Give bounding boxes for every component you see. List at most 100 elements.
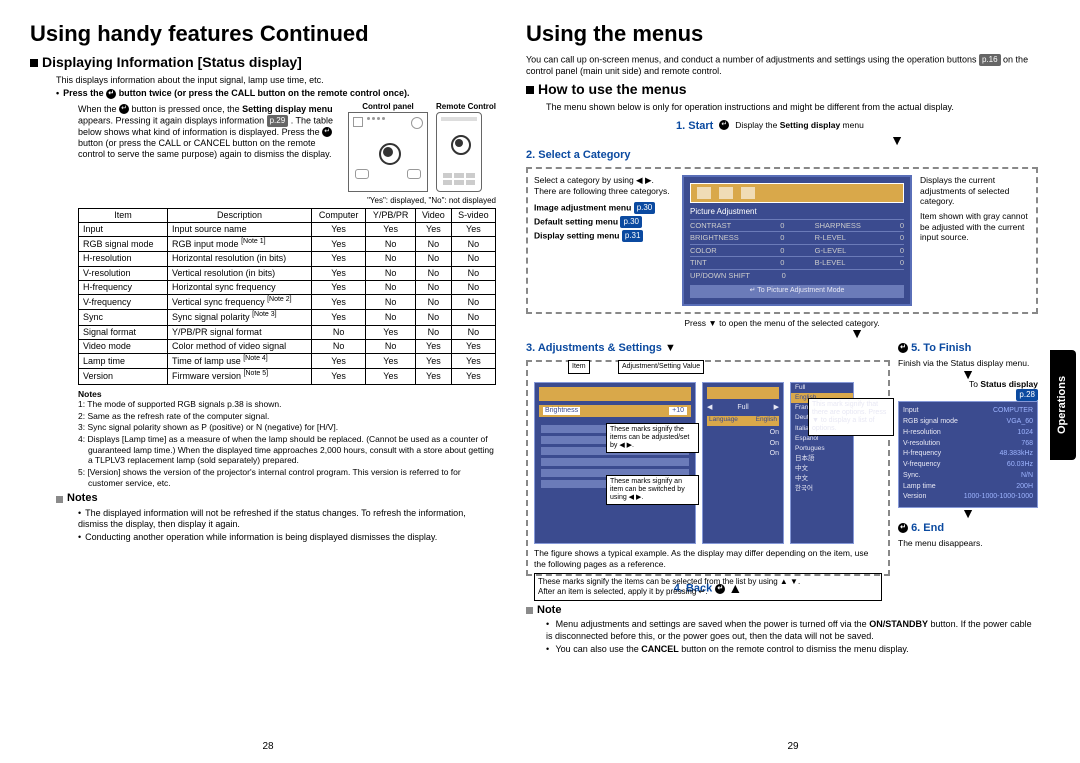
right-page: Using the menus You can call up on-scree… (516, 20, 1070, 753)
status-osd-row: RGB signal modeVGA_60 (903, 417, 1033, 428)
footnote: 2: Same as the refresh rate of the compu… (78, 411, 496, 422)
step3-label: 3. Adjustments & Settings ▼ (526, 342, 890, 356)
right-title: Using the menus (526, 20, 1038, 48)
step6-text: The menu disappears. (898, 538, 1038, 549)
page-number: 28 (20, 741, 516, 754)
explain-text: When the button is pressed once, the Set… (78, 104, 340, 161)
osd-picture-adjustment: Picture Adjustment CONTRAST0SHARPNESS0BR… (682, 175, 912, 306)
table-row: V-frequencyVertical sync frequency [Note… (79, 295, 496, 310)
notes-list: The displayed information will not be re… (78, 508, 496, 544)
lang-item: Full (791, 383, 853, 393)
left-title: Using handy features Continued (30, 20, 496, 48)
footnote: 3: Sync signal polarity shown as P (posi… (78, 422, 496, 433)
control-panel-label: Control panel (348, 102, 428, 112)
callout-marks2: These marks signify an item can be switc… (606, 475, 699, 505)
section-status-display: Displaying Information [Status display] (30, 54, 496, 72)
arrow-down-icon: ▼ (756, 135, 1038, 145)
status-display-osd: InputCOMPUTERRGB signal modeVGA_60H-reso… (898, 401, 1038, 508)
callout-value: Adjustment/Setting Value (618, 360, 704, 374)
lang-item: 中文 (791, 474, 853, 484)
status-osd-row: Version1000-1000-1000-1000 (903, 492, 1033, 503)
enter-icon (898, 343, 908, 353)
page-spread: Using handy features Continued Displayin… (0, 0, 1080, 763)
enter-icon (106, 89, 116, 99)
footnotes-head: Notes (78, 389, 496, 400)
step3-box: Item Adjustment/Setting Value Brightness… (526, 360, 890, 576)
press-open: Press ▼ to open the menu of the selected… (526, 318, 1038, 329)
notes-heading: Notes (56, 492, 496, 506)
step2-text: Select a category by using ◀ ▶. There ar… (534, 175, 674, 196)
osd-side-b: Item shown with gray cannot be adjusted … (920, 211, 1030, 243)
osd-row: CONTRAST0SHARPNESS0 (690, 219, 904, 231)
callout-item: Item (568, 360, 590, 374)
enter-icon (322, 127, 332, 137)
lang-item: 中文 (791, 464, 853, 474)
step3-side-osd: ◀Full▶ LanguageEnglish On On On This mar… (702, 382, 784, 544)
lang-item: Portugues (791, 444, 853, 454)
step2-label: 2. Select a Category (526, 149, 1038, 163)
status-osd-row: Sync.N/N (903, 471, 1033, 482)
note-item: Conducting another operation while infor… (78, 532, 496, 543)
explain-row: When the button is pressed once, the Set… (78, 102, 496, 192)
table-legend: "Yes": displayed, "No": not displayed (78, 196, 496, 206)
step2-box: Select a category by using ◀ ▶. There ar… (526, 167, 1038, 314)
status-osd-row: V-resolution768 (903, 439, 1033, 450)
page-ref-badge: p.29 (267, 115, 289, 127)
page-ref-badge: p.30 (634, 202, 656, 214)
remote-diagram (436, 112, 482, 192)
page-ref-badge: p.30 (620, 216, 642, 228)
step1-label: 1. Start (676, 120, 713, 134)
table-row: V-resolutionVertical resolution (in bits… (79, 266, 496, 280)
left-page: Using handy features Continued Displayin… (20, 20, 516, 753)
table-row: InputInput source nameYesYesYesYes (79, 222, 496, 236)
osd-tabs (690, 183, 904, 203)
note1: Menu adjustments and settings are saved … (546, 619, 1038, 642)
side-tab-operations: Operations (1050, 350, 1076, 460)
table-row: SyncSync signal polarity [Note 3]YesNoNo… (79, 310, 496, 325)
table-row: RGB signal modeRGB input mode [Note 1]Ye… (79, 237, 496, 252)
note-item: The displayed information will not be re… (78, 508, 496, 531)
table-row: VersionFirmware version [Note 5]YesYesYe… (79, 369, 496, 384)
osd-row: UP/DOWN SHIFT0 (690, 269, 904, 281)
table-head-row: ItemDescription ComputerY/PB/PR VideoS-v… (79, 208, 496, 222)
osd-row: COLOR0G-LEVEL0 (690, 244, 904, 256)
intro-text: This displays information about the inpu… (56, 75, 496, 86)
table-row: H-frequencyHorizontal sync frequencyYesN… (79, 280, 496, 294)
callout-marks3: This mark signify that there are options… (808, 398, 894, 436)
osd-footer: ↵ To Picture Adjustment Mode (690, 285, 904, 298)
step1-row: 1. Start Display the Setting display men… (676, 116, 1038, 136)
osd-row: BRIGHTNESS0R-LEVEL0 (690, 231, 904, 243)
lang-item: 日本語 (791, 454, 853, 464)
control-panel-diagram (348, 112, 428, 192)
table-row: H-resolutionHorizontal resolution (in bi… (79, 252, 496, 266)
table-row: Lamp timeTime of lamp use [Note 4]YesYes… (79, 354, 496, 369)
callout-marks1: These marks signify the items can be adj… (606, 423, 699, 453)
square-bullet-icon (526, 86, 534, 94)
step6-label: 6. End (898, 522, 1038, 536)
table-row: Video modeColor method of video signalNo… (79, 339, 496, 353)
status-osd-row: H-frequency48.383kHz (903, 449, 1033, 460)
lang-item: 한국어 (791, 484, 853, 494)
table-row: Signal formatY/PB/PR signal formatNoYesN… (79, 325, 496, 339)
square-bullet-icon (56, 496, 63, 503)
square-bullet-icon (30, 59, 38, 67)
step3-osd: Brightness+10 (534, 382, 696, 544)
enter-icon (898, 523, 908, 533)
osd-side-a: Displays the current adjustments of sele… (920, 175, 1030, 207)
status-osd-row: Lamp time200H (903, 482, 1033, 493)
page-number: 29 (516, 741, 1070, 754)
remote-label: Remote Control (436, 102, 496, 112)
step-instruction: Press the button twice (or press the CAL… (56, 88, 496, 99)
how-to-heading: How to use the menus (526, 81, 1038, 99)
enter-icon (719, 120, 729, 130)
footnote: 4: Displays [Lamp time] as a measure of … (78, 434, 496, 466)
status-table: ItemDescription ComputerY/PB/PR VideoS-v… (78, 208, 496, 385)
arrow-down-icon: ▼ (898, 369, 1038, 379)
footnotes: 1: The mode of supported RGB signals p.3… (78, 399, 496, 488)
osd-row: TINT0B-LEVEL0 (690, 256, 904, 268)
status-osd-row: InputCOMPUTER (903, 406, 1033, 417)
enter-icon (119, 104, 129, 114)
arrow-down-icon: ▼ (676, 328, 1038, 338)
how-to-sub: The menu shown below is only for operati… (546, 102, 1038, 113)
page-ref-badge: p.28 (1016, 389, 1038, 401)
